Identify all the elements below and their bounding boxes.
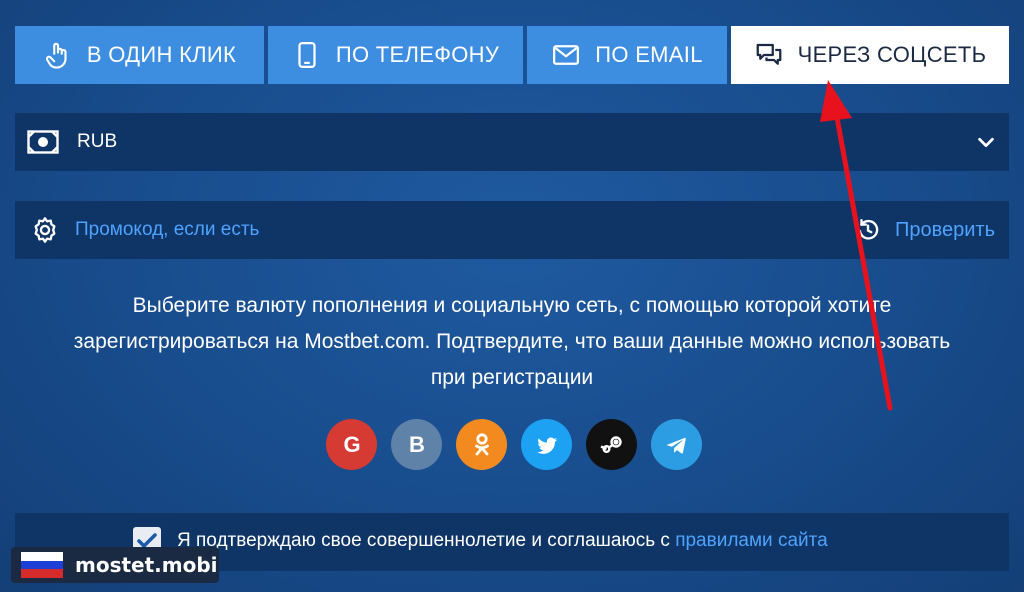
tab-social[interactable]: ЧЕРЕЗ СОЦСЕТЬ xyxy=(731,26,1009,84)
social-buttons: G B xyxy=(326,419,702,470)
vk-icon: B xyxy=(409,432,425,457)
registration-tabs: В ОДИН КЛИК ПО ТЕЛЕФОНУ ПО EMAIL ЧЕРЕЗ С… xyxy=(15,26,1009,84)
agreement-text: Я подтверждаю свое совершеннолетие и сог… xyxy=(177,530,828,552)
phone-icon xyxy=(298,42,316,68)
tab-label: В ОДИН КЛИК xyxy=(86,42,237,67)
google-icon: G xyxy=(343,432,360,457)
refresh-icon xyxy=(858,219,879,240)
chat-bubbles-icon xyxy=(756,43,781,65)
tab-label: ПО ТЕЛЕФОНУ xyxy=(335,42,500,67)
tab-email[interactable]: ПО EMAIL xyxy=(527,26,727,84)
agreement-label: Я подтверждаю свое совершеннолетие и сог… xyxy=(177,530,676,551)
currency-value: RUB xyxy=(77,131,118,152)
check-promo-button[interactable]: Проверить xyxy=(855,217,995,243)
odnoklassniki-login-button[interactable] xyxy=(456,419,507,470)
svg-text:G: G xyxy=(343,432,360,457)
promo-row: Проверить xyxy=(15,201,1009,259)
envelope-icon xyxy=(553,45,580,65)
tab-label: ЧЕРЕЗ СОЦСЕТЬ xyxy=(797,42,987,67)
watermark-text: mostet.mobi xyxy=(75,553,218,577)
odnoklassniki-icon xyxy=(474,432,489,455)
tab-one-click[interactable]: В ОДИН КЛИК xyxy=(15,26,264,84)
check-promo-label: Проверить xyxy=(894,218,995,241)
google-login-button[interactable]: G xyxy=(326,419,377,470)
vk-login-button[interactable]: B xyxy=(391,419,442,470)
watermark-badge: mostet.mobi xyxy=(11,547,219,583)
chevron-down-icon xyxy=(978,137,994,148)
twitter-bird-icon xyxy=(536,436,557,454)
currency-select[interactable]: RUB xyxy=(15,113,1009,171)
twitter-login-button[interactable] xyxy=(521,419,572,470)
instruction-text: Выберите валюту пополнения и социальную … xyxy=(73,294,951,389)
site-rules-link[interactable]: правилами сайта xyxy=(675,530,827,551)
cash-icon xyxy=(27,130,59,154)
svg-text:B: B xyxy=(409,432,425,457)
promo-code-input[interactable] xyxy=(73,218,855,242)
pointer-hand-icon xyxy=(45,42,67,69)
telegram-login-button[interactable] xyxy=(651,419,702,470)
steam-icon xyxy=(600,435,622,453)
tab-phone[interactable]: ПО ТЕЛЕФОНУ xyxy=(268,26,523,84)
telegram-plane-icon xyxy=(666,437,686,454)
gear-icon xyxy=(34,217,56,243)
steam-login-button[interactable] xyxy=(586,419,637,470)
russia-flag-icon xyxy=(21,552,63,579)
tab-label: ПО EMAIL xyxy=(595,42,703,67)
